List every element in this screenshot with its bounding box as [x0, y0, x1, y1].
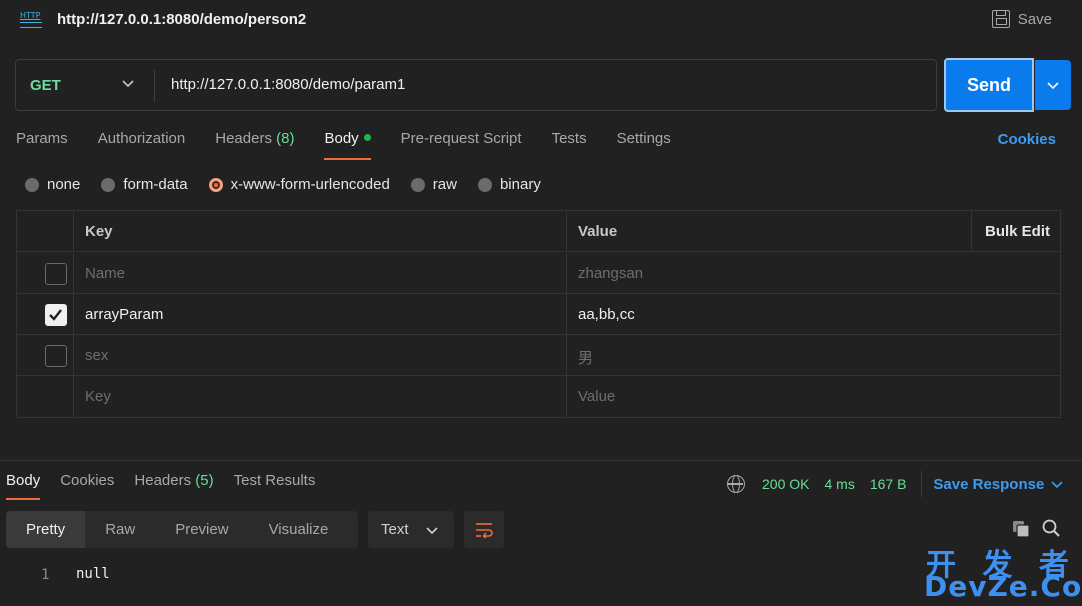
save-label: Save	[1017, 10, 1052, 28]
response-time[interactable]: 4 ms	[824, 476, 854, 492]
radio-none[interactable]: none	[25, 176, 80, 193]
url-input[interactable]: http://127.0.0.1:8080/demo/param1	[171, 76, 405, 93]
line-number: 1	[41, 567, 50, 583]
response-tab-headers[interactable]: Headers (5)	[134, 472, 213, 500]
table-row: Name zhangsan	[17, 253, 1060, 294]
text-type-select[interactable]: Text	[368, 511, 454, 548]
tab-body[interactable]: Body	[324, 130, 371, 160]
body-mode-group: none form-data x-www-form-urlencoded raw…	[25, 176, 562, 193]
table-row: Key Value	[17, 376, 1060, 417]
save-icon	[991, 10, 1010, 28]
response-meta: 200 OK 4 ms 167 B Save Response	[727, 471, 1064, 497]
key-cell[interactable]: sex	[85, 347, 108, 364]
response-tab-test-results[interactable]: Test Results	[234, 472, 316, 500]
search-icon[interactable]	[1042, 519, 1060, 537]
chevron-down-icon	[1051, 481, 1063, 489]
response-tab-cookies[interactable]: Cookies	[60, 472, 114, 500]
radio-binary[interactable]: binary	[477, 176, 541, 193]
radio-x-www-form-urlencoded[interactable]: x-www-form-urlencoded	[208, 176, 390, 193]
save-response-button[interactable]: Save Response	[933, 476, 1064, 493]
chevron-down-icon[interactable]	[121, 76, 135, 90]
format-preview[interactable]: Preview	[155, 511, 248, 548]
globe-icon[interactable]	[727, 475, 745, 493]
tab-params[interactable]: Params	[16, 130, 68, 160]
column-value: Value	[578, 223, 618, 240]
format-visualize[interactable]: Visualize	[249, 511, 349, 548]
modified-dot	[363, 133, 371, 141]
chevron-down-icon	[425, 526, 438, 534]
table-row: sex 男	[17, 335, 1060, 376]
column-key: Key	[85, 223, 113, 240]
radio-form-data[interactable]: form-data	[101, 176, 188, 193]
value-placeholder[interactable]: Value	[578, 388, 615, 405]
value-cell[interactable]: aa,bb,cc	[578, 306, 635, 323]
key-cell[interactable]: arrayParam	[85, 306, 163, 323]
response-divider	[0, 460, 1082, 461]
status-code[interactable]: 200 OK	[762, 476, 809, 492]
wrap-icon	[476, 522, 493, 538]
save-button[interactable]: Save	[991, 10, 1052, 28]
send-options-button[interactable]	[1035, 60, 1071, 110]
table-row: arrayParam aa,bb,cc	[17, 294, 1060, 335]
request-tabs: Params Authorization Headers (8) Body Pr…	[16, 130, 701, 160]
check-icon	[49, 309, 62, 321]
cookies-link[interactable]: Cookies	[998, 131, 1056, 148]
tab-tests[interactable]: Tests	[552, 130, 587, 160]
value-cell[interactable]: 男	[578, 347, 593, 368]
format-pretty[interactable]: Pretty	[6, 511, 86, 548]
send-button[interactable]: Send	[944, 58, 1034, 112]
request-title[interactable]: http://127.0.0.1:8080/demo/person2	[57, 11, 306, 28]
response-size[interactable]: 167 B	[870, 476, 907, 492]
title-bar: HTTP http://127.0.0.1:8080/demo/person2 …	[0, 0, 1082, 42]
row-checkbox[interactable]	[45, 345, 67, 367]
key-placeholder[interactable]: Key	[85, 388, 111, 405]
watermark-bottom: DevZe.CoM	[924, 570, 1082, 603]
watermark: 开 发 者 DevZe.CoM	[924, 540, 1082, 603]
wrap-lines-button[interactable]	[464, 511, 504, 548]
radio-raw[interactable]: raw	[410, 176, 457, 193]
response-code[interactable]: null	[76, 566, 110, 582]
table-header: Key Value Bulk Edit	[17, 211, 1060, 252]
response-tabs: Body Cookies Headers (5) Test Results	[6, 472, 335, 500]
format-raw[interactable]: Raw	[85, 511, 155, 548]
http-icon: HTTP	[20, 10, 44, 30]
url-divider	[154, 70, 155, 102]
key-cell[interactable]: Name	[85, 265, 125, 282]
chevron-down-icon	[1047, 82, 1059, 90]
method-select[interactable]: GET	[30, 77, 61, 94]
url-bar: GET http://127.0.0.1:8080/demo/param1	[15, 59, 937, 111]
tab-headers[interactable]: Headers (8)	[215, 130, 294, 160]
params-table: Key Value Bulk Edit Name zhangsan arrayP…	[16, 210, 1061, 418]
response-tab-body[interactable]: Body	[6, 472, 41, 500]
row-checkbox[interactable]	[45, 304, 67, 326]
value-cell[interactable]: zhangsan	[578, 265, 643, 282]
copy-icon[interactable]	[1012, 520, 1030, 538]
tab-pre-request-script[interactable]: Pre-request Script	[401, 130, 522, 160]
format-tabs: Pretty Raw Preview Visualize	[6, 511, 358, 548]
row-checkbox[interactable]	[45, 263, 67, 285]
tab-authorization[interactable]: Authorization	[98, 130, 186, 160]
meta-divider	[921, 471, 923, 497]
bulk-edit-button[interactable]: Bulk Edit	[985, 223, 1050, 240]
tab-settings[interactable]: Settings	[617, 130, 671, 160]
